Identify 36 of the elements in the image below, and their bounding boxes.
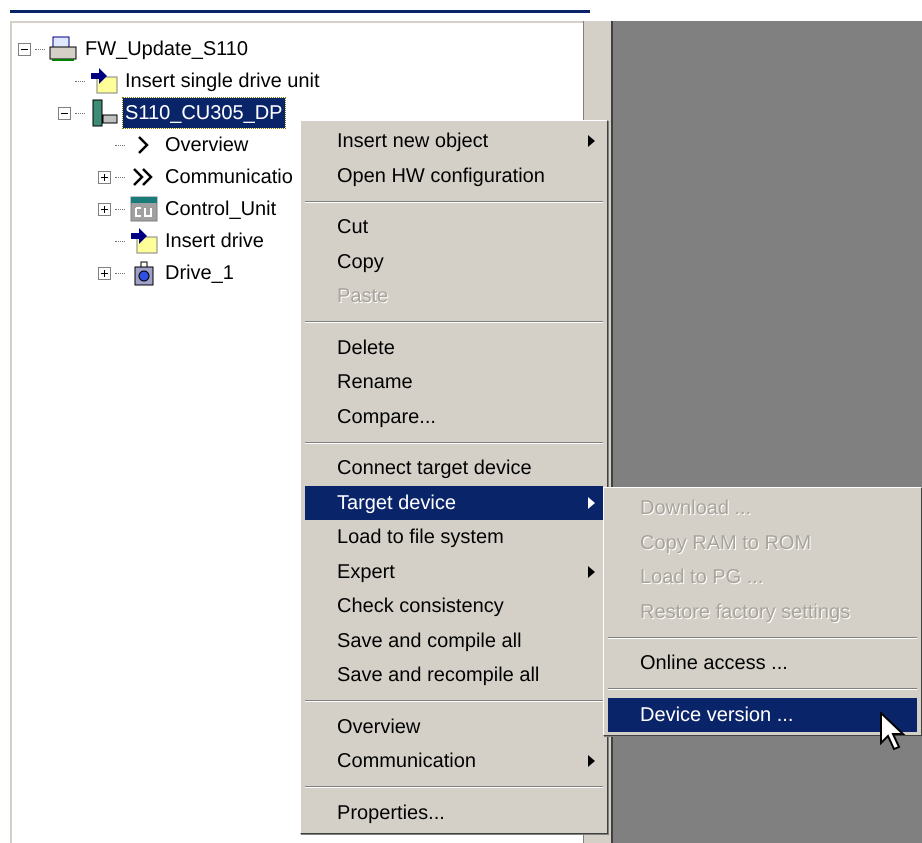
- tree-item[interactable]: Drive_1: [163, 258, 236, 288]
- folder-arrow-icon: [129, 227, 159, 255]
- menu-item[interactable]: Connect target device: [305, 451, 603, 486]
- menu-item[interactable]: Device version ...: [608, 698, 917, 732]
- folder-arrow-icon: [89, 67, 119, 95]
- tree-item[interactable]: Overview: [163, 130, 250, 160]
- collapse-icon[interactable]: [18, 42, 31, 56]
- menu-item[interactable]: Online access ...: [608, 646, 917, 680]
- tree-item[interactable]: Insert drive: [163, 226, 266, 256]
- menu-item[interactable]: Rename: [305, 365, 603, 400]
- collapse-icon[interactable]: [58, 106, 71, 120]
- menu-item[interactable]: Communication: [305, 744, 603, 778]
- tree-item[interactable]: Control_Unit: [163, 194, 278, 224]
- tree-item[interactable]: Communicatio: [163, 162, 295, 192]
- menu-item[interactable]: Save and compile all: [305, 624, 603, 658]
- tree-item[interactable]: FW_Update_S110: [83, 34, 250, 64]
- menu-item[interactable]: Cut: [305, 210, 603, 244]
- menu-item[interactable]: Insert new object: [305, 124, 603, 158]
- menu-item[interactable]: Load to file system: [305, 520, 603, 554]
- expand-icon[interactable]: [98, 202, 111, 216]
- menu-item[interactable]: Properties...: [305, 796, 603, 830]
- control-unit-icon: [129, 195, 159, 223]
- tree-item[interactable]: Insert single drive unit: [123, 66, 322, 96]
- printer-icon: [49, 35, 79, 63]
- expand-icon[interactable]: [98, 266, 111, 280]
- menu-item[interactable]: Save and recompile all: [305, 658, 603, 692]
- expand-icon[interactable]: [98, 170, 111, 184]
- menu-item[interactable]: Open HW configuration: [305, 158, 603, 193]
- menu-item[interactable]: Target device: [305, 486, 603, 520]
- tree-item[interactable]: S110_CU305_DP: [123, 98, 285, 128]
- menu-item[interactable]: Copy: [305, 244, 603, 279]
- menu-item[interactable]: Check consistency: [305, 589, 603, 624]
- menu-item[interactable]: Delete: [305, 330, 603, 365]
- menu-item[interactable]: Overview: [305, 710, 603, 744]
- menu-item[interactable]: Compare...: [305, 400, 603, 434]
- menu-item[interactable]: Expert: [305, 554, 603, 589]
